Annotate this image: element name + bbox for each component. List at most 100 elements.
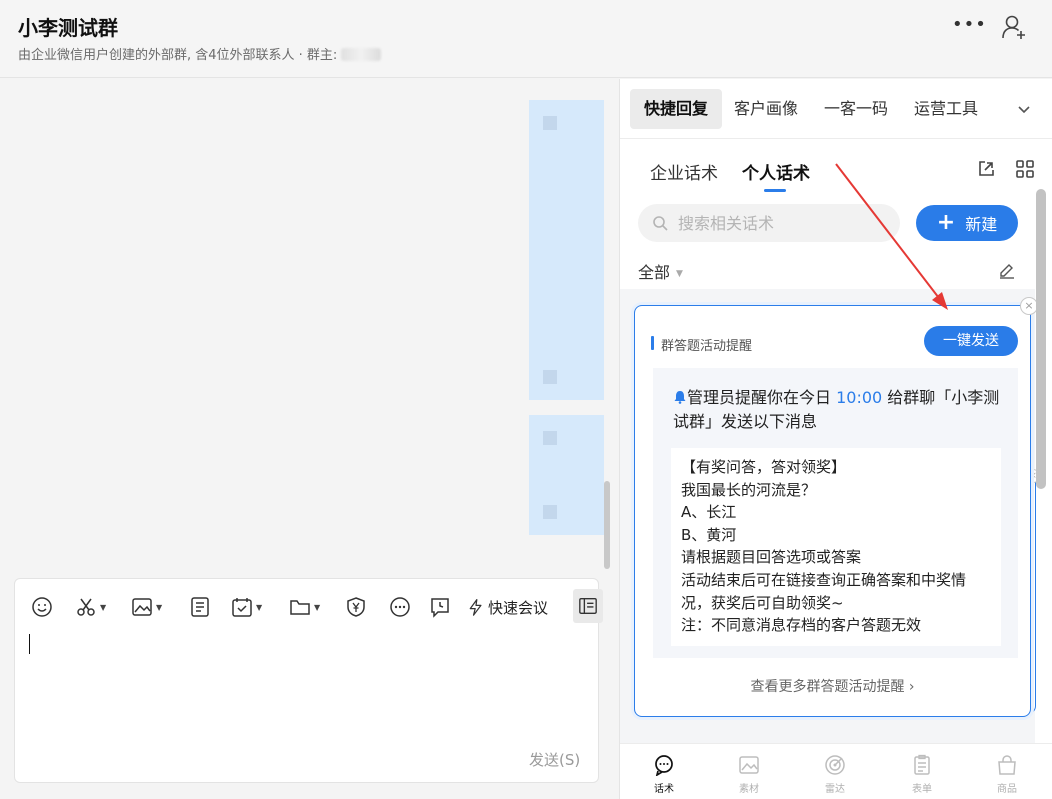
- nav-forms[interactable]: 表单: [897, 754, 947, 795]
- document-icon: [191, 597, 209, 617]
- bell-icon: [674, 391, 686, 404]
- tab-quick-reply[interactable]: 快捷回复: [630, 89, 723, 129]
- message-line: A、长江: [681, 503, 737, 522]
- more-reminders-link[interactable]: 查看更多群答题活动提醒 ›: [635, 676, 1030, 696]
- owner-name-redacted: [341, 48, 382, 61]
- image-icon: [739, 756, 759, 774]
- group-subtitle-text: 由企业微信用户创建的外部群, 含4位外部联系人 · 群主:: [18, 48, 342, 63]
- side-panel: 快捷回复 客户画像 一客一码 运营工具 企业话术 个人话术 + 新建: [619, 79, 1052, 799]
- image-icon: [132, 598, 152, 616]
- grid-icon[interactable]: [1015, 159, 1035, 179]
- card-category: 群答题活动提醒: [651, 335, 752, 354]
- yuan-shield-icon: [347, 597, 365, 617]
- edit-icon[interactable]: [998, 261, 1016, 279]
- more-circle-icon: [390, 597, 410, 617]
- bottom-nav: 话术 素材 雷达 表单 商品: [620, 743, 1052, 799]
- active-tab-indicator: [764, 189, 786, 192]
- new-script-button[interactable]: + 新建: [916, 205, 1018, 241]
- emoji-button[interactable]: [31, 595, 53, 619]
- payment-button[interactable]: [345, 595, 367, 619]
- clipboard-icon: [914, 754, 930, 775]
- quick-meeting-label: 快速会议: [488, 598, 549, 617]
- reminder-time: 10:00: [836, 388, 883, 407]
- nav-scripts-label: 话术: [654, 784, 674, 795]
- sub-tab-bar: 企业话术 个人话术: [620, 141, 1052, 192]
- message-line: 【有奖问答，答对领奖】: [681, 458, 847, 476]
- message-line: 况，获奖后可自助领奖~: [681, 593, 844, 612]
- add-member-icon[interactable]: [1001, 14, 1029, 40]
- timed-message-button[interactable]: [429, 595, 451, 619]
- image-placeholder: [543, 505, 557, 519]
- clock-chat-icon: [431, 598, 449, 618]
- folder-button[interactable]: ▼: [289, 595, 320, 619]
- new-script-label: 新建: [965, 215, 998, 234]
- caret-down-icon: ▼: [256, 602, 263, 612]
- script-card-active[interactable]: 群答题活动提醒 一键发送 管理员提醒你在今日 10:00 给群聊「小李测试群」发…: [634, 305, 1031, 717]
- message-composer: ▼ ▼ ▼ ▼ 快速会议 发送(S): [14, 578, 603, 783]
- app-window: 小李测试群 由企业微信用户创建的外部群, 含4位外部联系人 · 群主: ••• …: [0, 0, 1052, 799]
- schedule-button[interactable]: ▼: [231, 595, 262, 619]
- category-filter-label: 全部: [638, 263, 671, 282]
- chat-bubble-icon: [655, 755, 673, 776]
- message-line: 请根据题目回答选项或答案: [681, 548, 862, 567]
- tab-customer-profile[interactable]: 客户画像: [720, 89, 812, 129]
- group-title: 小李测试群: [18, 16, 118, 40]
- chevron-down-icon[interactable]: [1016, 101, 1032, 117]
- send-button[interactable]: 发送(S): [529, 749, 580, 770]
- category-filter[interactable]: 全部 ▼: [638, 259, 683, 283]
- document-button[interactable]: [189, 595, 211, 619]
- folder-icon: [290, 600, 310, 615]
- image-placeholder: [543, 116, 557, 130]
- quick-meeting-button[interactable]: 快速会议: [467, 595, 548, 619]
- more-tools-button[interactable]: [389, 595, 411, 619]
- plus-icon: +: [936, 210, 956, 235]
- message-bubble-image[interactable]: [529, 415, 604, 535]
- share-icon[interactable]: [976, 159, 996, 179]
- nav-radar[interactable]: 雷达: [810, 754, 860, 795]
- scissors-icon: [77, 598, 95, 616]
- one-click-send-button[interactable]: 一键发送: [924, 326, 1018, 356]
- tab-enterprise-scripts[interactable]: 企业话术: [650, 159, 718, 184]
- search-icon: [653, 216, 668, 231]
- reminder-prefix: 管理员提醒你在今日: [687, 388, 837, 407]
- caret-down-icon: ▼: [314, 602, 321, 612]
- message-line: B、黄河: [681, 525, 737, 544]
- radar-icon: [825, 755, 845, 775]
- panel-icon: [579, 598, 597, 614]
- search-input[interactable]: [678, 204, 888, 242]
- caret-down-icon: ▼: [676, 269, 683, 279]
- message-preview: 【有奖问答，答对领奖】 我国最长的河流是？ A、长江 B、黄河 请根据题目回答选…: [671, 448, 1001, 646]
- caret-down-icon: ▼: [156, 602, 163, 612]
- admin-reminder: 管理员提醒你在今日 10:00 给群聊「小李测试群」发送以下消息: [673, 386, 1003, 434]
- side-panel-toggle[interactable]: [573, 589, 603, 623]
- nav-products[interactable]: 商品: [982, 754, 1032, 795]
- chat-scrollbar[interactable]: [604, 481, 610, 569]
- lightning-icon: [469, 599, 482, 616]
- search-box[interactable]: [638, 204, 900, 242]
- nav-radar-label: 雷达: [825, 784, 845, 795]
- tab-one-customer-one-code[interactable]: 一客一码: [810, 89, 902, 129]
- nav-scripts[interactable]: 话术: [639, 754, 689, 795]
- message-bubble-image[interactable]: [529, 100, 604, 400]
- calendar-check-icon: [232, 598, 252, 617]
- nav-products-label: 商品: [997, 784, 1017, 795]
- image-button[interactable]: ▼: [131, 595, 162, 619]
- tab-operation-tools[interactable]: 运营工具: [900, 89, 992, 129]
- emoji-icon: [32, 597, 52, 617]
- text-cursor: [29, 634, 30, 654]
- more-button[interactable]: •••: [952, 16, 986, 36]
- top-tab-bar: 快捷回复 客户画像 一客一码 运营工具: [620, 79, 1052, 139]
- nav-materials[interactable]: 素材: [724, 754, 774, 795]
- panel-scrollbar[interactable]: [1036, 189, 1046, 489]
- composer-toolbar: ▼ ▼ ▼ ▼ 快速会议: [15, 579, 603, 633]
- tab-personal-scripts[interactable]: 个人话术: [742, 159, 810, 184]
- image-placeholder: [543, 370, 557, 384]
- screenshot-button[interactable]: ▼: [75, 595, 106, 619]
- image-placeholder: [543, 431, 557, 445]
- shop-bag-icon: [998, 755, 1016, 775]
- chat-header: 小李测试群 由企业微信用户创建的外部群, 含4位外部联系人 · 群主: •••: [0, 0, 1052, 78]
- group-subtitle: 由企业微信用户创建的外部群, 含4位外部联系人 · 群主:: [18, 44, 382, 63]
- message-line: 我国最长的河流是？: [681, 480, 817, 499]
- nav-materials-label: 素材: [739, 784, 759, 795]
- message-line: 注：不同意消息存档的客户答题无效: [681, 616, 922, 635]
